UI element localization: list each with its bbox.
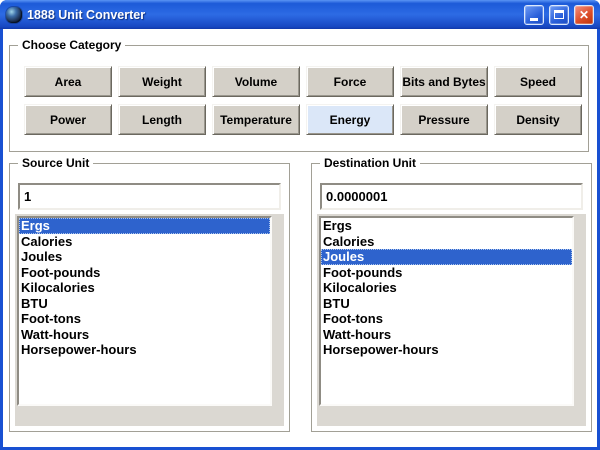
window-title: 1888 Unit Converter: [27, 7, 146, 22]
category-button-length[interactable]: Length: [118, 104, 206, 135]
destination-list-backing: Ergs Calories Joules Foot-pounds Kilocal…: [317, 214, 586, 426]
destination-unit-option-btu[interactable]: BTU: [321, 296, 572, 312]
category-button-power[interactable]: Power: [24, 104, 112, 135]
app-icon[interactable]: [6, 6, 22, 23]
category-button-bits-and-bytes[interactable]: Bits and Bytes: [400, 66, 488, 97]
category-button-temperature[interactable]: Temperature: [212, 104, 300, 135]
category-button-pressure[interactable]: Pressure: [400, 104, 488, 135]
close-button[interactable]: ✕: [574, 4, 594, 25]
title-bar[interactable]: 1888 Unit Converter ✕: [0, 0, 600, 29]
category-group-label: Choose Category: [18, 38, 126, 53]
source-unit-option-ergs[interactable]: Ergs: [19, 218, 270, 234]
minimize-button[interactable]: [524, 4, 544, 25]
destination-unit-list[interactable]: Ergs Calories Joules Foot-pounds Kilocal…: [319, 216, 574, 406]
source-unit-option-kilocalories[interactable]: Kilocalories: [19, 280, 270, 296]
source-list-backing: Ergs Calories Joules Foot-pounds Kilocal…: [15, 214, 284, 426]
source-unit-option-btu[interactable]: BTU: [19, 296, 270, 312]
source-unit-option-horsepower-hours[interactable]: Horsepower-hours: [19, 342, 270, 358]
category-row-1: Area Weight Volume Force Bits and Bytes …: [24, 66, 582, 97]
source-unit-option-joules[interactable]: Joules: [19, 249, 270, 265]
category-groupbox: Choose Category Area Weight Volume Force…: [9, 38, 589, 152]
category-row-2: Power Length Temperature Energy Pressure…: [24, 104, 582, 135]
source-unit-option-watt-hours[interactable]: Watt-hours: [19, 327, 270, 343]
source-unit-option-calories[interactable]: Calories: [19, 234, 270, 250]
category-button-energy[interactable]: Energy: [306, 104, 394, 135]
maximize-icon: [554, 10, 564, 19]
destination-value-input[interactable]: [320, 183, 583, 210]
destination-unit-option-foot-pounds[interactable]: Foot-pounds: [321, 265, 572, 281]
category-button-speed[interactable]: Speed: [494, 66, 582, 97]
category-button-volume[interactable]: Volume: [212, 66, 300, 97]
destination-unit-option-joules[interactable]: Joules: [321, 249, 572, 265]
source-unit-groupbox: Source Unit Ergs Calories Joules Foot-po…: [9, 156, 290, 432]
destination-unit-groupbox: Destination Unit Ergs Calories Joules Fo…: [311, 156, 592, 432]
destination-group-label: Destination Unit: [320, 156, 420, 171]
source-value-input[interactable]: [18, 183, 281, 210]
destination-unit-option-kilocalories[interactable]: Kilocalories: [321, 280, 572, 296]
source-unit-list[interactable]: Ergs Calories Joules Foot-pounds Kilocal…: [17, 216, 272, 406]
app-window: 1888 Unit Converter ✕ Choose Category Ar…: [0, 0, 600, 450]
maximize-button[interactable]: [549, 4, 569, 25]
category-button-weight[interactable]: Weight: [118, 66, 206, 97]
destination-unit-option-foot-tons[interactable]: Foot-tons: [321, 311, 572, 327]
source-group-label: Source Unit: [18, 156, 94, 171]
destination-unit-option-calories[interactable]: Calories: [321, 234, 572, 250]
source-unit-option-foot-pounds[interactable]: Foot-pounds: [19, 265, 270, 281]
category-button-force[interactable]: Force: [306, 66, 394, 97]
category-button-density[interactable]: Density: [494, 104, 582, 135]
category-button-area[interactable]: Area: [24, 66, 112, 97]
destination-unit-option-ergs[interactable]: Ergs: [321, 218, 572, 234]
source-unit-option-foot-tons[interactable]: Foot-tons: [19, 311, 270, 327]
window-content: Choose Category Area Weight Volume Force…: [3, 29, 597, 447]
minimize-icon: [530, 18, 538, 21]
close-icon: ✕: [578, 7, 590, 22]
destination-unit-option-horsepower-hours[interactable]: Horsepower-hours: [321, 342, 572, 358]
destination-unit-option-watt-hours[interactable]: Watt-hours: [321, 327, 572, 343]
